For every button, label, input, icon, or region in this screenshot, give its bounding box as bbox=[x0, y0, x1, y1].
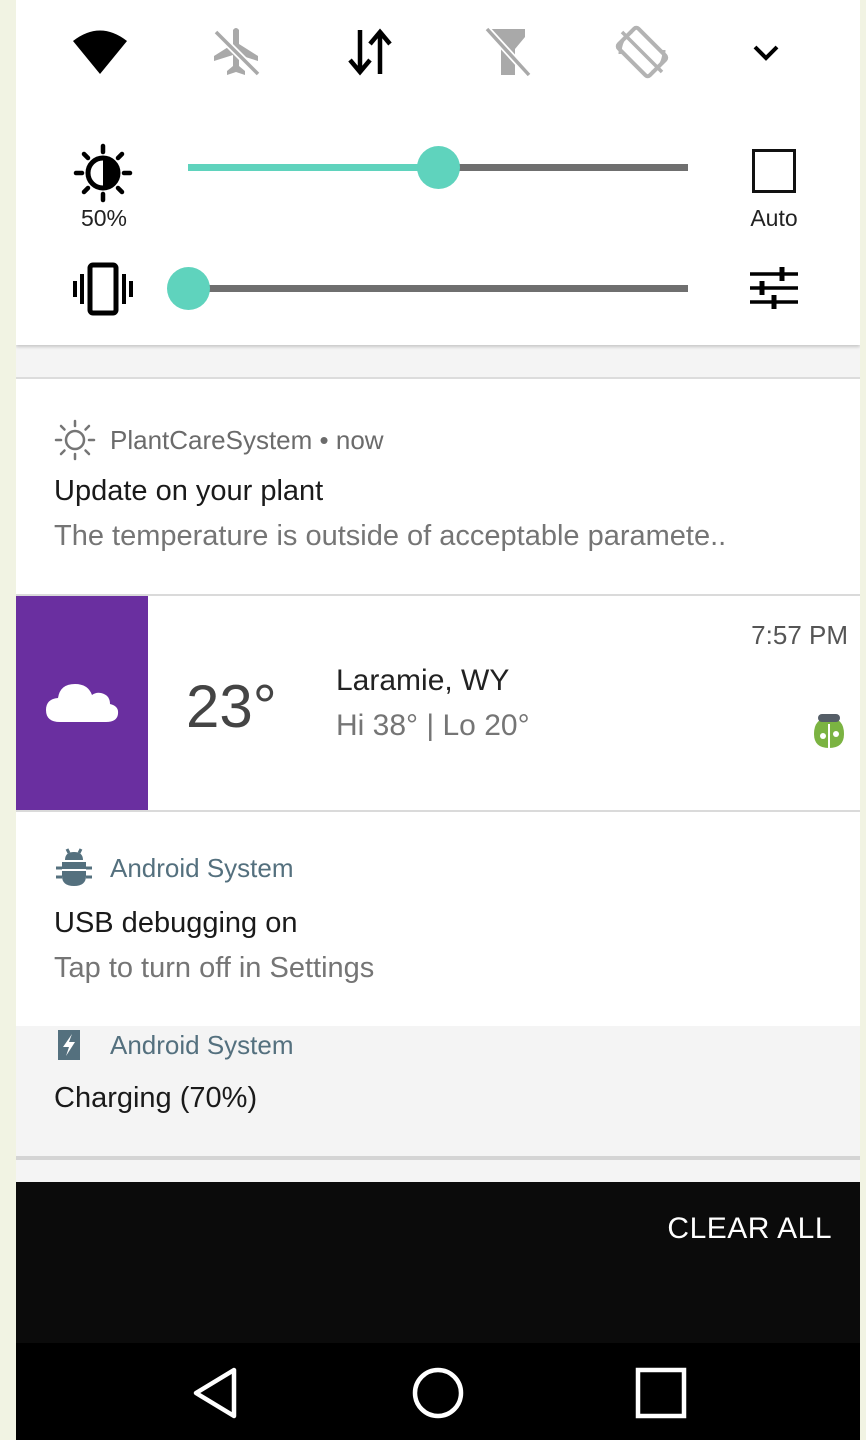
back-triangle-icon bbox=[193, 1367, 237, 1419]
notification-separator: • bbox=[312, 424, 336, 455]
brightness-slider-fill bbox=[188, 164, 438, 171]
notification-app-name: Android System bbox=[110, 852, 294, 883]
wifi-icon bbox=[73, 30, 127, 74]
auto-brightness-label: Auto bbox=[750, 205, 798, 231]
weather-time: 7:57 PM bbox=[751, 620, 848, 650]
notification-title: USB debugging on bbox=[54, 907, 298, 939]
weather-hi-lo: Hi 38° | Lo 20° bbox=[336, 709, 530, 742]
volume-slider-thumb[interactable] bbox=[167, 267, 210, 310]
tune-settings-icon[interactable] bbox=[748, 266, 800, 310]
notification-weather[interactable]: 23° Laramie, WY Hi 38° | Lo 20° 7:57 PM bbox=[16, 596, 860, 810]
notification-app-name: PlantCareSystem bbox=[110, 424, 313, 455]
notification-header: Android System bbox=[54, 1028, 294, 1062]
navigation-bar bbox=[16, 1343, 860, 1440]
notification-text: Tap to turn off in Settings bbox=[54, 952, 375, 984]
notification-shade: 50% Auto PlantCareSystem • now Update on… bbox=[16, 0, 860, 1440]
weather-app-icon bbox=[814, 714, 844, 748]
brightness-percent: 50% bbox=[80, 205, 128, 231]
auto-brightness-checkbox[interactable] bbox=[752, 149, 796, 193]
notification-text: The temperature is outside of acceptable… bbox=[54, 520, 727, 552]
volume-slider[interactable] bbox=[167, 267, 688, 310]
rotation-lock-icon bbox=[615, 25, 669, 79]
chevron-down-icon bbox=[753, 45, 779, 61]
sun-icon bbox=[54, 419, 96, 461]
weather-icon-panel bbox=[16, 596, 148, 810]
quick-settings-panel: 50% Auto bbox=[16, 0, 860, 345]
notification-header: PlantCareSystem • now bbox=[54, 419, 384, 461]
notification-title: Charging (70%) bbox=[54, 1082, 258, 1114]
home-button[interactable] bbox=[408, 1363, 468, 1423]
airplane-tile[interactable] bbox=[206, 22, 266, 82]
notification-header: Android System bbox=[54, 848, 294, 888]
weather-temperature: 23° bbox=[186, 673, 277, 740]
rotation-tile[interactable] bbox=[612, 22, 672, 82]
notification-app-name: Android System bbox=[110, 1029, 294, 1060]
brightness-slider[interactable] bbox=[188, 146, 688, 189]
notification-title: Update on your plant bbox=[54, 475, 324, 507]
recents-button[interactable] bbox=[631, 1363, 691, 1423]
home-circle-icon bbox=[412, 1367, 464, 1419]
recents-square-icon bbox=[635, 1367, 687, 1419]
notification-time: now bbox=[335, 424, 384, 455]
clear-all-bar: CLEAR ALL bbox=[16, 1182, 860, 1344]
wifi-tile[interactable] bbox=[70, 22, 130, 82]
flashlight-off-icon bbox=[484, 26, 532, 78]
bug-icon bbox=[56, 848, 92, 886]
back-button[interactable] bbox=[185, 1363, 245, 1423]
notification-charging[interactable]: Android System Charging (70%) bbox=[16, 1028, 860, 1156]
notification-plantcare[interactable]: PlantCareSystem • now Update on your pla… bbox=[16, 379, 860, 594]
clear-all-button[interactable]: CLEAR ALL bbox=[667, 1212, 832, 1246]
expand-button[interactable] bbox=[736, 22, 796, 82]
vibrate-icon bbox=[73, 262, 133, 316]
data-transfer-icon bbox=[348, 28, 392, 76]
airplane-off-icon bbox=[213, 28, 261, 77]
cloud-icon bbox=[46, 684, 119, 722]
weather-location: Laramie, WY bbox=[336, 664, 510, 697]
notification-usb-debugging[interactable]: Android System USB debugging on Tap to t… bbox=[16, 812, 860, 1026]
brightness-icon bbox=[73, 143, 133, 203]
divider bbox=[16, 1156, 860, 1160]
charging-battery-icon bbox=[58, 1030, 80, 1060]
data-tile[interactable] bbox=[340, 22, 400, 82]
flashlight-tile[interactable] bbox=[478, 22, 538, 82]
brightness-slider-thumb[interactable] bbox=[417, 146, 460, 189]
